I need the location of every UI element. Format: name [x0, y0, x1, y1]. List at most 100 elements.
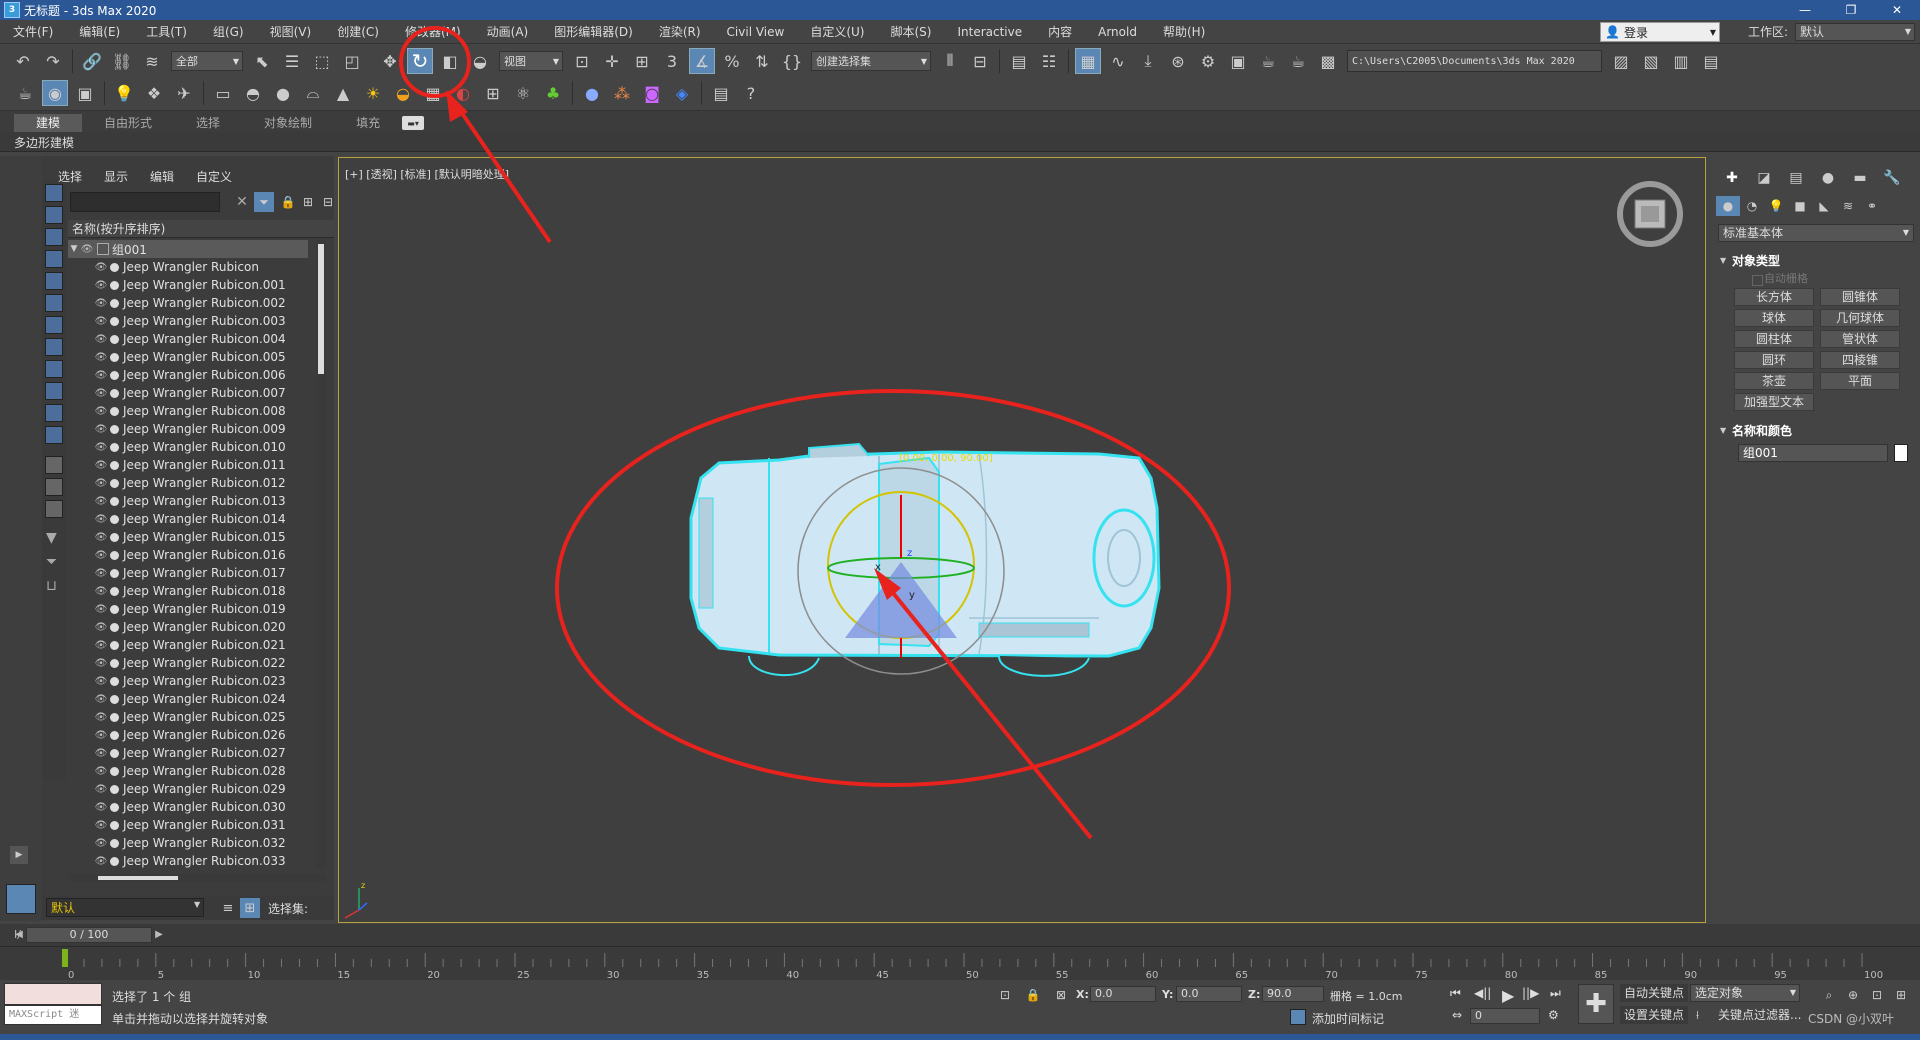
tree-row[interactable]: 👁 Jeep Wrangler Rubicon.002 — [68, 294, 308, 312]
primitive-button[interactable]: 几何球体 — [1820, 309, 1900, 327]
zoom-all-icon[interactable]: ⊕ — [1844, 986, 1862, 1004]
tree-row[interactable]: 👁 Jeep Wrangler Rubicon.003 — [68, 312, 308, 330]
render-arnold-icon[interactable]: ◈ — [669, 80, 695, 106]
key-filters-button[interactable]: 关键点过滤器... — [1718, 1006, 1801, 1023]
autogrid-checkbox[interactable]: 自动栅格 — [1718, 270, 1914, 288]
tree-row[interactable]: 👁 Jeep Wrangler Rubicon.004 — [68, 330, 308, 348]
select-rotate-icon[interactable]: ↻ — [407, 48, 433, 74]
freeze-dot-icon[interactable] — [110, 496, 119, 506]
time-config-icon[interactable]: ⚙ — [1548, 1008, 1559, 1022]
funnel-icon[interactable]: ⏷ — [46, 554, 57, 570]
eye-icon[interactable]: 👁 — [94, 442, 108, 453]
menu-item[interactable]: Arnold — [1085, 20, 1150, 44]
tree-row[interactable]: 👁 Jeep Wrangler Rubicon.027 — [68, 744, 308, 762]
eye-icon[interactable]: 👁 — [94, 388, 108, 399]
add-time-tag-button[interactable]: 添加时间标记 — [1312, 1010, 1384, 1027]
primitive-button[interactable]: 圆环 — [1734, 351, 1814, 369]
time-slider-thumb[interactable]: 0 / 100 — [26, 927, 152, 943]
maxscript-listener[interactable]: MAXScript 迷 — [4, 1005, 102, 1025]
prev-frame-arrow-icon[interactable]: ◀ — [12, 927, 26, 943]
display-helpers-icon[interactable] — [45, 272, 63, 290]
unlink-icon[interactable]: ⛓ — [109, 48, 135, 74]
timeline-track[interactable]: 0 5 10 15 20 25 30 35 40 45 50 55 60 65 70 75 80 85 90 95 10… — [0, 946, 1920, 981]
eye-icon[interactable]: 👁 — [94, 802, 108, 813]
select-object-icon[interactable]: ⬉ — [249, 48, 275, 74]
tree-row[interactable]: 👁 Jeep Wrangler Rubicon.009 — [68, 420, 308, 438]
select-scale-icon[interactable]: ◧ — [437, 48, 463, 74]
shapes-icon[interactable]: ◔ — [1740, 196, 1764, 216]
menu-item[interactable]: Interactive — [944, 20, 1035, 44]
tree-row[interactable]: 👁 Jeep Wrangler Rubicon.015 — [68, 528, 308, 546]
minimize-icon[interactable]: — — [1782, 0, 1828, 20]
particle-view-icon[interactable]: ✈ — [171, 80, 197, 106]
explorer-menu-tab[interactable]: 自定义 — [196, 168, 232, 185]
capsule-icon[interactable]: ◐ — [450, 80, 476, 106]
timeline-current-frame-marker[interactable] — [62, 949, 68, 967]
explorer-menu-tab[interactable]: 编辑 — [150, 168, 174, 185]
tree-row[interactable]: 👁 Jeep Wrangler Rubicon.017 — [68, 564, 308, 582]
freeze-dot-icon[interactable] — [110, 838, 119, 848]
scene-states-icon[interactable]: ❖ — [141, 80, 167, 106]
jeep-model[interactable] — [689, 442, 1161, 677]
login-dropdown[interactable]: 👤 登录 ▼ — [1600, 22, 1720, 42]
go-to-start-icon[interactable]: ⏮ — [1450, 986, 1461, 1001]
ribbon-tab[interactable]: 对象绘制 — [242, 114, 334, 132]
tree-row[interactable]: 👁 Jeep Wrangler Rubicon.008 — [68, 402, 308, 420]
menu-item[interactable]: 工具(T) — [133, 20, 200, 44]
tree-group-row[interactable]: ▼ 👁 组001 — [68, 240, 308, 258]
chevron-down-icon[interactable]: ▼ — [194, 900, 200, 909]
freeze-dot-icon[interactable] — [110, 316, 119, 326]
close-icon[interactable]: ✕ — [1874, 0, 1920, 20]
render-iterative-icon[interactable]: ☕ — [1285, 48, 1311, 74]
restore-icon[interactable]: ❐ — [1828, 0, 1874, 20]
play-icon[interactable]: ▶ — [1502, 986, 1514, 1005]
freeze-dot-icon[interactable] — [110, 424, 119, 434]
tree-row[interactable]: 👁 Jeep Wrangler Rubicon.025 — [68, 708, 308, 726]
freeze-dot-icon[interactable] — [110, 568, 119, 578]
freeze-dot-icon[interactable] — [110, 604, 119, 614]
display-all-icon[interactable] — [45, 456, 63, 474]
render-setup-icon[interactable]: ⚙ — [1195, 48, 1221, 74]
current-layer-field[interactable]: 默认 — [46, 898, 204, 917]
display-cameras-icon[interactable] — [45, 250, 63, 268]
hierarchy-view-icon[interactable]: ⊞ — [240, 898, 260, 918]
x-coordinate-field[interactable]: 0.0 — [1090, 986, 1156, 1002]
eye-icon[interactable]: 👁 — [94, 784, 108, 795]
selection-lock-icon[interactable]: 🔒 — [1024, 986, 1042, 1004]
viewcube[interactable] — [1617, 181, 1683, 247]
freeze-dot-icon[interactable] — [110, 352, 119, 362]
zoom-extents-icon[interactable]: ⊡ — [1868, 986, 1886, 1004]
set-key-button[interactable]: 设置关键点 — [1620, 1006, 1689, 1024]
tree-row[interactable]: 👁 Jeep Wrangler Rubicon — [68, 258, 308, 276]
current-frame-field[interactable]: 0 — [1470, 1008, 1540, 1024]
eye-icon[interactable]: 👁 — [94, 604, 108, 615]
key-mode-icon[interactable]: ⇔ — [1452, 1008, 1462, 1022]
scene-explorer-icon[interactable]: ☷ — [1036, 48, 1062, 74]
project-new-icon[interactable]: ▧ — [1638, 48, 1664, 74]
menu-item[interactable]: 脚本(S) — [877, 20, 944, 44]
display-xrefs-icon[interactable] — [45, 338, 63, 356]
eye-icon[interactable]: 👁 — [94, 748, 108, 759]
ribbon-tab[interactable]: 自由形式 — [82, 114, 174, 132]
display-spacewarps-icon[interactable] — [45, 294, 63, 312]
tree-row[interactable]: 👁 Jeep Wrangler Rubicon.028 — [68, 762, 308, 780]
bind-spacewarp-icon[interactable]: ≋ — [139, 48, 165, 74]
tree-row[interactable]: 👁 Jeep Wrangler Rubicon.010 — [68, 438, 308, 456]
expand-arrow-icon[interactable]: ▶ — [10, 846, 28, 864]
tree-row[interactable]: 👁 Jeep Wrangler Rubicon.005 — [68, 348, 308, 366]
rect-selection-icon[interactable]: ⬚ — [309, 48, 335, 74]
render-window-icon[interactable]: ▣ — [72, 80, 98, 106]
eye-icon[interactable]: 👁 — [94, 586, 108, 597]
tree-row[interactable]: 👁 Jeep Wrangler Rubicon.007 — [68, 384, 308, 402]
eye-icon[interactable]: 👁 — [94, 820, 108, 831]
primitive-button[interactable]: 茶壶 — [1734, 372, 1814, 390]
utilities-tab-icon[interactable]: 🔧 — [1876, 168, 1908, 188]
freeze-dot-icon[interactable] — [110, 820, 119, 830]
menu-item[interactable]: 创建(C) — [324, 20, 392, 44]
menu-item[interactable]: 动画(A) — [474, 20, 542, 44]
tree-row[interactable]: 👁 Jeep Wrangler Rubicon.012 — [68, 474, 308, 492]
menu-item[interactable]: 自定义(U) — [797, 20, 877, 44]
eye-icon[interactable]: 👁 — [94, 280, 108, 291]
tree-row[interactable]: 👁 Jeep Wrangler Rubicon.032 — [68, 834, 308, 852]
eye-icon[interactable]: 👁 — [94, 640, 108, 651]
